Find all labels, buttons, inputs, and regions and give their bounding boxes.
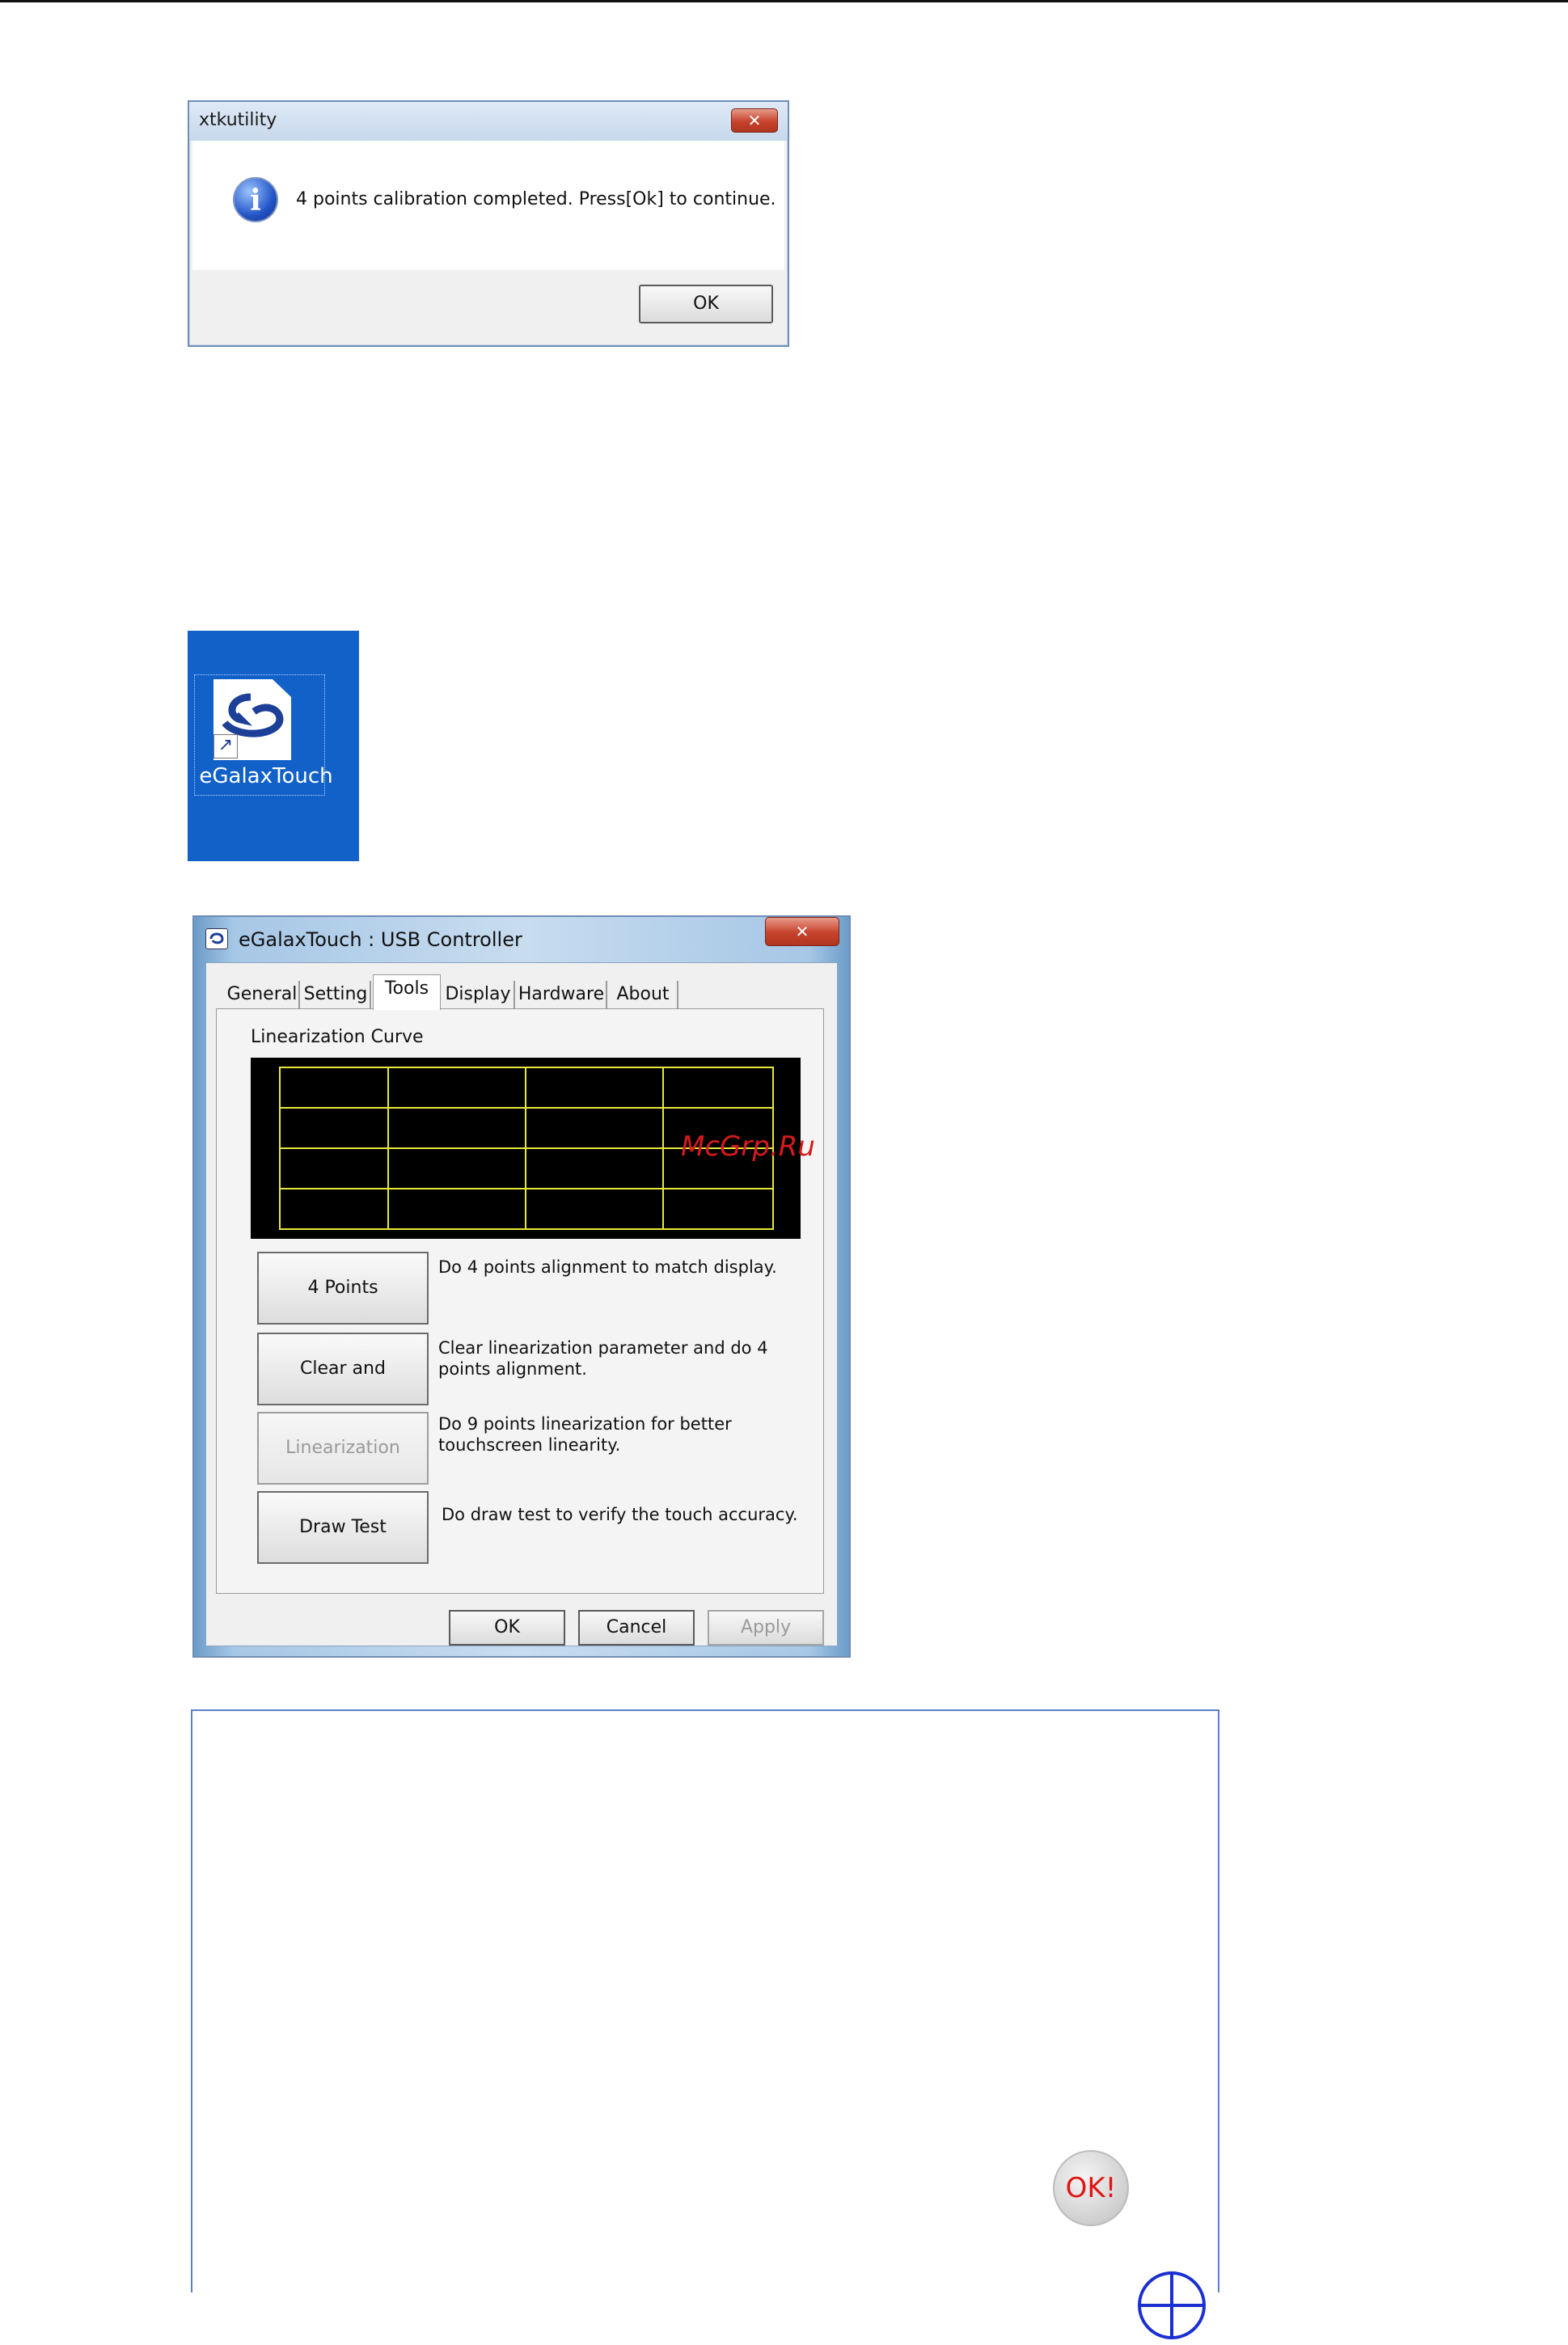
four-points-calibration-desc: Do 4 points alignment to match display.	[438, 1257, 777, 1277]
apply-button: Apply	[708, 1610, 824, 1646]
close-button[interactable]: ✕	[731, 108, 778, 133]
calibration-screen: OK!	[191, 1709, 1219, 2339]
desktop-icon-label[interactable]: eGalaxTouch	[189, 764, 343, 788]
tab-display[interactable]: Display	[442, 981, 515, 1008]
tab-general[interactable]: General	[226, 981, 300, 1008]
dialog-client-area: General Setting Tools Display Hardware A…	[205, 962, 838, 1646]
draw-test-button[interactable]: Draw Test	[257, 1491, 429, 1564]
dialog-titlebar: xtkutility ✕	[189, 102, 788, 141]
calibration-complete-dialog: xtkutility ✕ i 4 points calibration comp…	[188, 100, 789, 347]
ok-button[interactable]: OK	[639, 285, 773, 323]
dialog-title: eGalaxTouch : USB Controller	[239, 928, 522, 951]
linearization-desc: Do 9 points linearization for better tou…	[438, 1414, 732, 1455]
tab-about[interactable]: About	[609, 981, 678, 1008]
clear-and-calibrate-desc: Clear linearization parameter and do 4 p…	[438, 1338, 768, 1379]
clear-and-calibrate-button[interactable]: Clear and Calibrate	[257, 1333, 429, 1448]
close-icon: ✕	[747, 111, 762, 130]
page-top-rule	[0, 0, 1568, 2]
ok-button[interactable]: OK	[449, 1610, 565, 1646]
crosshair-target-icon[interactable]	[1135, 2269, 1208, 2342]
close-button[interactable]: ✕	[765, 917, 839, 946]
tab-hardware[interactable]: Hardware	[517, 981, 607, 1008]
cancel-button[interactable]: Cancel	[578, 1610, 695, 1646]
watermark: McGrp.Ru	[681, 1130, 815, 1163]
close-icon: ✕	[795, 922, 809, 941]
info-icon: i	[233, 177, 278, 222]
linearization-button: Linearization	[257, 1412, 429, 1485]
draw-test-desc: Do draw test to verify the touch accurac…	[442, 1505, 798, 1524]
tab-setting[interactable]: Setting	[302, 981, 371, 1008]
dialog-message: 4 points calibration completed. Press[Ok…	[296, 189, 776, 209]
dialog-title: xtkutility	[199, 110, 277, 130]
ok-confirm-button[interactable]: OK!	[1053, 2150, 1129, 2226]
desktop-background: ↗ eGalaxTouch	[188, 631, 359, 861]
tools-panel: Linearization Curve McGrp.Ru 4 Points Ca…	[216, 1008, 824, 1594]
four-points-calibration-button[interactable]: 4 Points Calibration	[257, 1252, 429, 1367]
tab-tools[interactable]: Tools	[373, 974, 441, 1010]
dialog-body: i 4 points calibration completed. Press[…	[192, 141, 784, 270]
shortcut-arrow-icon: ↗	[213, 734, 238, 758]
linearization-curve-label: Linearization Curve	[251, 1027, 424, 1047]
egalaxtouch-dialog: eGalaxTouch : USB Controller ✕ General S…	[192, 915, 851, 1658]
app-icon	[205, 928, 228, 949]
